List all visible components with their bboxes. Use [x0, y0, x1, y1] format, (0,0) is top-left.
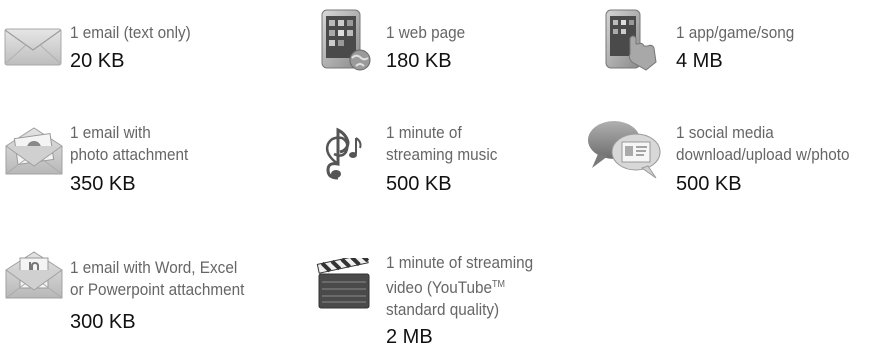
item-description: 1 minute of streaming music	[386, 123, 498, 164]
envelope-clip-icon	[5, 251, 63, 299]
envelope-photo-icon	[5, 127, 63, 175]
item-size: 500 KB	[676, 173, 742, 195]
item-size: 4 MB	[676, 50, 723, 72]
item-description: 1 app/game/song	[676, 23, 795, 42]
item-description: 1 social media download/upload w/photo	[676, 123, 850, 164]
item-size: 20 KB	[70, 50, 125, 72]
item-description: 1 email with Word, Excel or Powerpoint a…	[70, 258, 245, 299]
clapperboard-icon	[316, 258, 370, 309]
phone-hand-icon	[605, 9, 657, 71]
item-size: 300 KB	[70, 311, 136, 333]
item-size: 500 KB	[386, 173, 452, 195]
trademark-mark: TM	[492, 279, 506, 290]
envelope-icon	[4, 28, 62, 66]
phone-globe-icon	[321, 9, 371, 71]
item-size: 350 KB	[70, 173, 136, 195]
item-description: 1 minute of streaming video (YouTubeTM s…	[386, 253, 534, 319]
item-size: 2 MB	[386, 326, 433, 348]
item-description: 1 email with photo attachment	[70, 123, 189, 164]
music-notes-icon	[325, 127, 362, 180]
item-description: 1 email (text only)	[70, 23, 191, 42]
item-size: 180 KB	[386, 50, 452, 72]
speech-bubbles-icon	[588, 121, 661, 179]
item-description: 1 web page	[386, 23, 466, 42]
